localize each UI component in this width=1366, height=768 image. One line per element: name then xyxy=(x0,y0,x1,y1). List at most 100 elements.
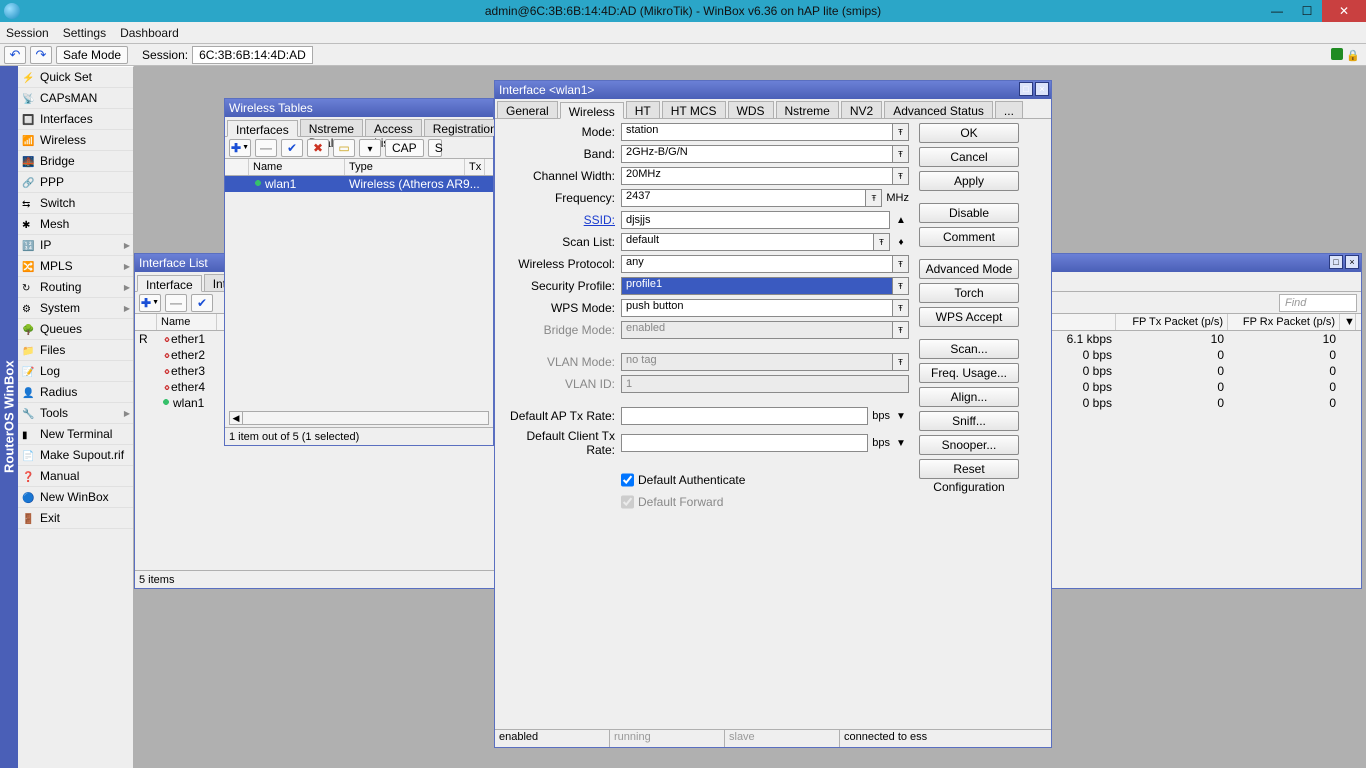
dropdown-icon[interactable]: Ŧ xyxy=(893,167,909,185)
col-tx[interactable]: Tx xyxy=(465,159,485,175)
window-close-icon[interactable]: × xyxy=(1035,82,1049,96)
col-name[interactable]: Name xyxy=(249,159,345,175)
sidebar-item-files[interactable]: 📁Files xyxy=(18,340,133,361)
scroll-left-button[interactable]: ◀ xyxy=(229,411,243,425)
sidebar-item-log[interactable]: 📝Log xyxy=(18,361,133,382)
tab-general[interactable]: General xyxy=(497,101,558,118)
dropdown-icon[interactable]: Ŧ xyxy=(893,145,909,163)
more-button[interactable]: S xyxy=(428,139,442,157)
cancel-button[interactable]: Cancel xyxy=(919,147,1019,167)
sidebar-item-new-winbox[interactable]: 🔵New WinBox xyxy=(18,487,133,508)
sidebar-item-system[interactable]: ⚙System▶ xyxy=(18,298,133,319)
tab-nv2[interactable]: NV2 xyxy=(841,101,882,118)
window-close-button[interactable]: ✕ xyxy=(1322,0,1366,22)
sniff-button[interactable]: Sniff... xyxy=(919,411,1019,431)
find-input[interactable]: Find xyxy=(1279,294,1357,312)
sidebar-item-ppp[interactable]: 🔗PPP xyxy=(18,172,133,193)
sidebar-item-mpls[interactable]: 🔀MPLS▶ xyxy=(18,256,133,277)
torch-button[interactable]: Torch xyxy=(919,283,1019,303)
interface-dialog[interactable]: Interface <wlan1> □× GeneralWirelessHTHT… xyxy=(494,80,1052,748)
sidebar-item-quick-set[interactable]: ⚡Quick Set xyxy=(18,67,133,88)
frequency-select[interactable]: 2437 xyxy=(621,189,866,207)
col-fp-rx[interactable]: FP Rx Packet (p/s) xyxy=(1228,314,1340,330)
reset-configuration-button[interactable]: Reset Configuration xyxy=(919,459,1019,479)
sidebar-item-radius[interactable]: 👤Radius xyxy=(18,382,133,403)
channel-width-select[interactable]: 20MHz xyxy=(621,167,893,185)
expand-icon[interactable]: ♦ xyxy=(893,234,909,250)
tab-access-list[interactable]: Access List xyxy=(365,119,422,136)
mode-select[interactable]: station xyxy=(621,123,893,141)
disable-button[interactable] xyxy=(307,139,329,157)
wireless-tables-title[interactable]: Wireless Tables xyxy=(225,99,493,117)
add-button[interactable]: ▼ xyxy=(229,139,251,157)
wireless-tables-window[interactable]: Wireless Tables Interfaces Nstreme Dual … xyxy=(224,98,494,446)
security-profile-select[interactable]: profile1 xyxy=(621,277,893,295)
disable-button[interactable]: Disable xyxy=(919,203,1019,223)
tab--[interactable]: ... xyxy=(995,101,1023,118)
expand-icon[interactable]: ▼ xyxy=(893,408,909,424)
sidebar-item-manual[interactable]: ❓Manual xyxy=(18,466,133,487)
col-type[interactable]: Type xyxy=(345,159,465,175)
ok-button[interactable]: OK xyxy=(919,123,1019,143)
tab-interface[interactable]: Interface xyxy=(137,275,202,292)
sidebar-item-wireless[interactable]: 📶Wireless xyxy=(18,130,133,151)
filter-button[interactable] xyxy=(359,139,381,157)
tab-nstreme-dual[interactable]: Nstreme Dual xyxy=(300,119,363,136)
window-close-icon[interactable]: × xyxy=(1345,255,1359,269)
dropdown-icon[interactable]: Ŧ xyxy=(893,299,909,317)
table-row[interactable]: 0 bps00 xyxy=(1052,379,1361,395)
table-row[interactable]: 0 bps00 xyxy=(1052,347,1361,363)
sidebar-item-bridge[interactable]: 🌉Bridge xyxy=(18,151,133,172)
col-dropdown[interactable]: ▼ xyxy=(1340,314,1356,330)
sidebar-item-mesh[interactable]: ✱Mesh xyxy=(18,214,133,235)
dropdown-icon[interactable]: Ŧ xyxy=(893,255,909,273)
wireless-protocol-select[interactable]: any xyxy=(621,255,893,273)
sidebar-item-new-terminal[interactable]: ▮New Terminal xyxy=(18,424,133,445)
add-button[interactable]: ▼ xyxy=(139,294,161,312)
cap-button[interactable]: CAP xyxy=(385,139,424,157)
wps-mode-select[interactable]: push button xyxy=(621,299,893,317)
redo-button[interactable] xyxy=(30,46,52,64)
interface-dialog-title[interactable]: Interface <wlan1> □× xyxy=(495,81,1051,99)
table-row[interactable]: 6.1 kbps1010 xyxy=(1052,331,1361,347)
dropdown-icon[interactable]: Ŧ xyxy=(866,189,882,207)
tab-interfaces[interactable]: Interfaces xyxy=(227,120,298,137)
sidebar-item-switch[interactable]: ⇆Switch xyxy=(18,193,133,214)
sidebar-item-interfaces[interactable]: 🔲Interfaces xyxy=(18,109,133,130)
window-maximize-button[interactable]: ☐ xyxy=(1292,0,1322,22)
col-fp-tx[interactable]: FP Tx Packet (p/s) xyxy=(1116,314,1228,330)
dropdown-icon[interactable]: Ŧ xyxy=(874,233,890,251)
sidebar-item-routing[interactable]: ↻Routing▶ xyxy=(18,277,133,298)
col-name[interactable]: Name xyxy=(157,314,217,330)
snooper-button[interactable]: Snooper... xyxy=(919,435,1019,455)
menu-dashboard[interactable]: Dashboard xyxy=(120,26,179,40)
default-authenticate-checkbox[interactable] xyxy=(621,471,634,489)
tab-nstreme[interactable]: Nstreme xyxy=(776,101,839,118)
window-maximize-icon[interactable]: □ xyxy=(1329,255,1343,269)
comment-button[interactable]: Comment xyxy=(919,227,1019,247)
tab-advanced-status[interactable]: Advanced Status xyxy=(884,101,993,118)
tab-ht-mcs[interactable]: HT MCS xyxy=(662,101,726,118)
table-row[interactable]: wlan1 Wireless (Atheros AR9... xyxy=(225,176,493,192)
default-ap-tx-input[interactable] xyxy=(621,407,868,425)
align-button[interactable]: Align... xyxy=(919,387,1019,407)
scan-list-select[interactable]: default xyxy=(621,233,874,251)
tab-ht[interactable]: HT xyxy=(626,101,660,118)
wps-accept-button[interactable]: WPS Accept xyxy=(919,307,1019,327)
sidebar-item-capsman[interactable]: 📡CAPsMAN xyxy=(18,88,133,109)
expand-icon[interactable]: ▼ xyxy=(893,435,909,451)
band-select[interactable]: 2GHz-B/G/N xyxy=(621,145,893,163)
freq-usage-button[interactable]: Freq. Usage... xyxy=(919,363,1019,383)
default-client-tx-input[interactable] xyxy=(621,434,868,452)
advanced-mode-button[interactable]: Advanced Mode xyxy=(919,259,1019,279)
dropdown-icon[interactable]: Ŧ xyxy=(893,123,909,141)
sidebar-item-ip[interactable]: 🔢IP▶ xyxy=(18,235,133,256)
scan-button[interactable]: Scan... xyxy=(919,339,1019,359)
menu-session[interactable]: Session xyxy=(6,26,49,40)
sidebar-item-exit[interactable]: 🚪Exit xyxy=(18,508,133,529)
menu-settings[interactable]: Settings xyxy=(63,26,106,40)
ssid-input[interactable] xyxy=(621,211,890,229)
remove-button[interactable] xyxy=(165,294,187,312)
safe-mode-button[interactable]: Safe Mode xyxy=(56,46,128,64)
sidebar-item-queues[interactable]: 🌳Queues xyxy=(18,319,133,340)
